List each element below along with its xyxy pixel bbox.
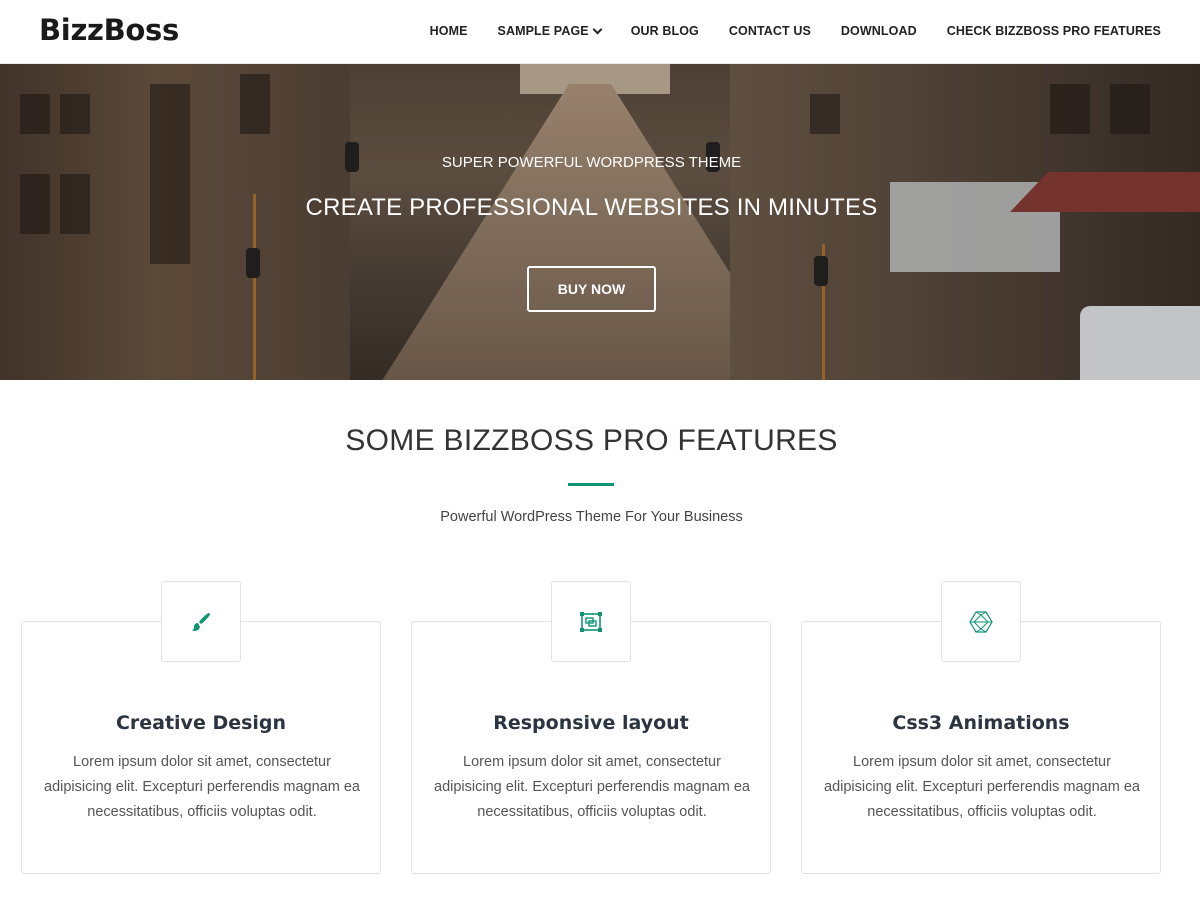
nav-contact-us[interactable]: CONTACT US (729, 24, 811, 38)
nav-download-label: DOWNLOAD (840, 24, 917, 38)
feature-icon-box (941, 581, 1021, 662)
hero-banner: SUPER POWERFUL WORDPRESS THEME CREATE PR… (0, 64, 1200, 380)
nav-our-blog-label: OUR BLOG (630, 24, 699, 38)
chevron-down-icon (592, 24, 603, 34)
responsive-layout-icon (580, 611, 602, 632)
site-header: BizzBoss HOME SAMPLE PAGE OUR BLOG CONTA… (0, 0, 1200, 64)
nav-download[interactable]: DOWNLOAD (841, 24, 917, 38)
feature-card-title: Creative Design (115, 712, 287, 734)
features-subtitle: Powerful WordPress Theme For Your Busine… (440, 509, 743, 525)
feature-card-title: Responsive layout (493, 712, 689, 734)
hero-title: CREATE PROFESSIONAL WEBSITES IN MINUTES (305, 194, 878, 221)
feature-icon-box (161, 581, 241, 662)
nav-our-blog[interactable]: OUR BLOG (631, 24, 699, 38)
nav-check-pro-features-label: CHECK BIZZBOSS PRO FEATURES (946, 24, 1161, 38)
nav-contact-us-label: CONTACT US (728, 24, 811, 38)
nav-sample-page-label: SAMPLE PAGE (497, 24, 589, 38)
feature-card-text: Lorem ipsum dolor sit amet, consectetur … (824, 754, 1140, 820)
site-logo[interactable]: BizzBoss (39, 13, 179, 47)
feature-card-text: Lorem ipsum dolor sit amet, consectetur … (434, 754, 750, 820)
hero-subtitle: SUPER POWERFUL WORDPRESS THEME (441, 154, 742, 171)
features-title: SOME BIZZBOSS PRO FEATURES (345, 424, 838, 457)
feature-card-title: Css3 Animations (892, 712, 1070, 734)
hexagon-animation-icon (969, 610, 993, 633)
buy-now-button[interactable]: BUY NOW (527, 266, 656, 312)
nav-home-label: HOME (429, 24, 468, 38)
nav-check-pro-features[interactable]: CHECK BIZZBOSS PRO FEATURES (947, 24, 1161, 38)
nav-sample-page[interactable]: SAMPLE PAGE (497, 24, 603, 38)
feature-icon-box (551, 581, 631, 662)
features-divider (568, 483, 614, 486)
main-nav: HOME SAMPLE PAGE OUR BLOG CONTACT US DOW… (430, 0, 1161, 62)
brush-icon (192, 612, 210, 631)
nav-home[interactable]: HOME (430, 24, 468, 38)
hero-overlay (0, 64, 1200, 380)
feature-card-text: Lorem ipsum dolor sit amet, consectetur … (44, 754, 360, 820)
